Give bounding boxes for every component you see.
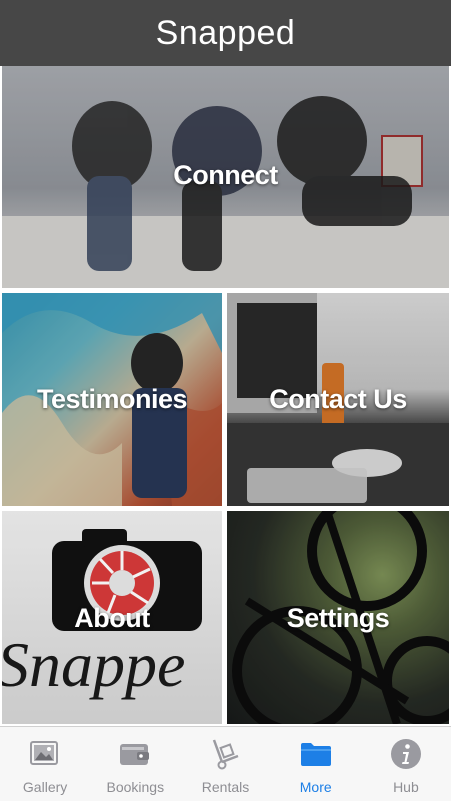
gallery-icon [28, 737, 62, 771]
connect-label: Connect [173, 160, 278, 190]
info-icon [389, 737, 423, 771]
tab-label-more: More [299, 779, 332, 795]
title-bar: Snapped [0, 0, 451, 66]
tile-contact-us[interactable]: Contact Us [227, 293, 449, 506]
tile-settings[interactable]: Settings [227, 511, 449, 724]
tab-hub[interactable]: Hub [361, 727, 451, 801]
app-title: Snapped [155, 13, 296, 52]
tab-label-gallery: Gallery [22, 779, 68, 795]
settings-label: Settings [286, 603, 390, 633]
tab-label-rentals: Rentals [201, 779, 250, 795]
hand-truck-icon [209, 737, 243, 771]
contact-us-label: Contact Us [269, 384, 407, 414]
testimonies-label: Testimonies [36, 384, 188, 414]
tab-more[interactable]: More [271, 727, 361, 801]
tile-testimonies[interactable]: Testimonies [2, 293, 222, 506]
folder-icon [299, 737, 333, 771]
wallet-icon [118, 737, 152, 771]
tab-bookings[interactable]: Bookings [90, 727, 180, 801]
tab-label-hub: Hub [393, 779, 419, 795]
tab-label-bookings: Bookings [106, 779, 165, 795]
tile-about[interactable]: Snappe About [2, 511, 222, 724]
app-screen: Snapped Connect Testimonies Contact Us A… [0, 0, 451, 801]
tile-connect[interactable]: Connect [2, 66, 449, 288]
tab-bar: Gallery Bookings Rentals More Hub [0, 726, 451, 801]
tab-gallery[interactable]: Gallery [0, 727, 90, 801]
about-label: About [74, 603, 150, 633]
tab-rentals[interactable]: Rentals [180, 727, 270, 801]
